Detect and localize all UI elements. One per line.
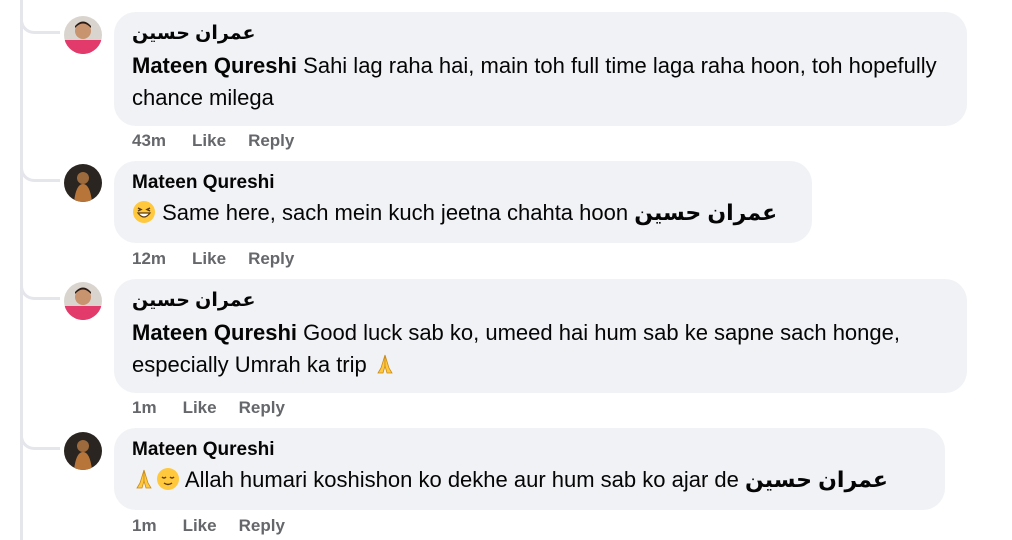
timestamp[interactable]: 12m: [132, 249, 166, 268]
comment-author[interactable]: عمران حسين: [132, 22, 949, 46]
reply-connector: [20, 282, 60, 300]
reply-button[interactable]: Reply: [248, 131, 294, 150]
comment-bubble: Mateen Qureshi Same here, sach mein kuch…: [114, 161, 812, 243]
avatar[interactable]: [64, 164, 102, 202]
reply-connector: [20, 164, 60, 182]
comment-author[interactable]: Mateen Qureshi: [132, 171, 794, 195]
comment-body: Allah humari koshishon ko dekhe aur hum …: [180, 467, 745, 492]
like-button[interactable]: Like: [183, 516, 217, 535]
comment-actions: 43m Like Reply: [132, 131, 316, 151]
reply-button[interactable]: Reply: [239, 516, 285, 535]
like-button[interactable]: Like: [183, 398, 217, 417]
comment-bubble: عمران حسين Mateen Qureshi Sahi lag raha …: [114, 12, 967, 126]
comment-text: Mateen Qureshi Sahi lag raha hai, main t…: [132, 50, 949, 114]
comment-bubble: عمران حسين Mateen Qureshi Good luck sab …: [114, 279, 967, 393]
comment-text: Mateen Qureshi Good luck sab ko, umeed h…: [132, 317, 949, 381]
timestamp[interactable]: 1m: [132, 398, 157, 417]
comment-author[interactable]: عمران حسين: [132, 289, 949, 313]
relieved-face-emoji: [157, 468, 179, 490]
comment-actions: 1m Like Reply: [132, 516, 307, 536]
comment-actions: 1m Like Reply: [132, 398, 307, 418]
avatar[interactable]: [64, 432, 102, 470]
folded-hands-emoji: [377, 354, 393, 374]
avatar[interactable]: [64, 16, 102, 54]
mention-link[interactable]: عمران حسين: [745, 467, 888, 492]
comment-bubble: Mateen Qureshi Allah humari koshishon ko…: [114, 428, 945, 510]
grinning-squint-emoji: [133, 201, 155, 223]
reply-connector: [20, 432, 60, 450]
comment-author[interactable]: Mateen Qureshi: [132, 438, 927, 462]
comment-actions: 12m Like Reply: [132, 249, 316, 269]
comment-body: Same here, sach mein kuch jeetna chahta …: [162, 200, 635, 225]
reply-button[interactable]: Reply: [248, 249, 294, 268]
reply-button[interactable]: Reply: [239, 398, 285, 417]
mention-link[interactable]: Mateen Qureshi: [132, 320, 297, 345]
like-button[interactable]: Like: [192, 131, 226, 150]
avatar[interactable]: [64, 282, 102, 320]
like-button[interactable]: Like: [192, 249, 226, 268]
thread-line: [20, 0, 23, 540]
mention-link[interactable]: عمران حسين: [634, 200, 777, 225]
timestamp[interactable]: 43m: [132, 131, 166, 150]
reply-connector: [20, 16, 60, 34]
mention-link[interactable]: Mateen Qureshi: [132, 53, 297, 78]
comment-text: Same here, sach mein kuch jeetna chahta …: [132, 199, 794, 227]
timestamp[interactable]: 1m: [132, 516, 157, 535]
comment-text: Allah humari koshishon ko dekhe aur hum …: [132, 466, 927, 494]
folded-hands-emoji: [136, 469, 152, 489]
